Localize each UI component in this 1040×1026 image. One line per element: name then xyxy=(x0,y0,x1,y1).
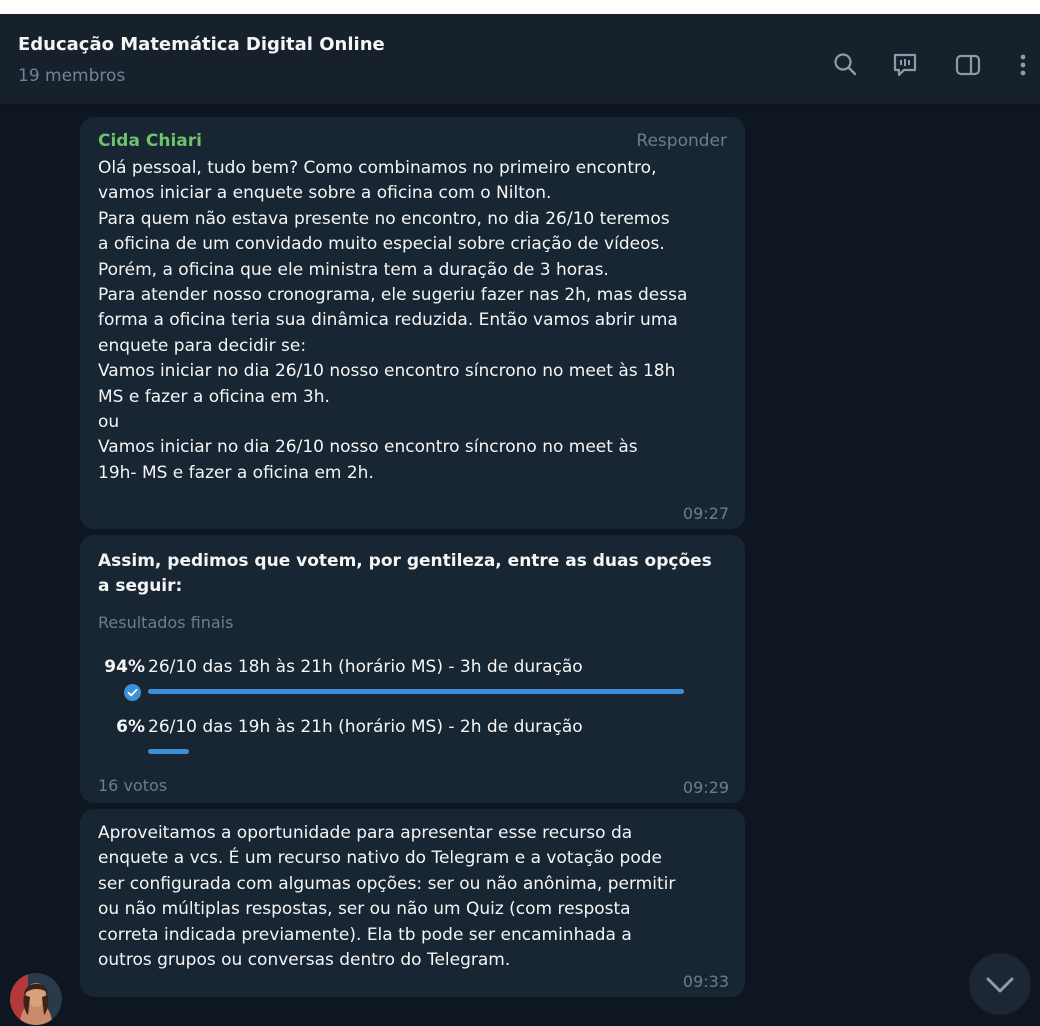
message-time: 09:27 xyxy=(682,504,729,523)
poll-option-percent: 6% xyxy=(116,717,145,737)
avatar[interactable] xyxy=(10,973,62,1025)
poll-bubble[interactable]: Assim, pedimos que votem, por gentileza,… xyxy=(80,535,745,803)
poll-option-bar xyxy=(148,689,684,694)
video-chat-icon[interactable] xyxy=(890,50,920,80)
chosen-check-icon xyxy=(122,682,143,703)
more-vertical-icon[interactable] xyxy=(1008,50,1038,80)
poll-status: Resultados finais xyxy=(98,613,234,632)
message-text: Aproveitamos a oportunidade para apresen… xyxy=(98,823,676,971)
poll-option-label: 26/10 das 19h às 21h (horário MS) - 2h d… xyxy=(148,717,583,737)
message-time: 09:33 xyxy=(682,972,729,991)
poll-option-percent: 94% xyxy=(104,657,145,677)
chevron-down-icon xyxy=(986,977,1014,993)
sender-name[interactable]: Cida Chiari xyxy=(98,131,202,151)
window-top-strip xyxy=(0,0,1040,14)
member-count: 19 membros xyxy=(18,66,126,86)
poll-option[interactable]: 94% 26/10 das 18h às 21h (horário MS) - … xyxy=(80,652,745,703)
message-list[interactable]: Cida Chiari Responder Olá pessoal, tudo … xyxy=(0,105,1040,1026)
poll-option-bar xyxy=(148,749,189,754)
scroll-to-bottom-button[interactable] xyxy=(969,953,1031,1015)
message-time: 09:29 xyxy=(682,778,729,797)
poll-option[interactable]: 6% 26/10 das 19h às 21h (horário MS) - 2… xyxy=(80,712,745,762)
search-icon[interactable] xyxy=(830,50,860,80)
reply-button[interactable]: Responder xyxy=(636,131,727,151)
message-bubble[interactable]: Cida Chiari Responder Olá pessoal, tudo … xyxy=(80,117,745,529)
poll-option-label: 26/10 das 18h às 21h (horário MS) - 3h d… xyxy=(148,657,583,677)
message-text: Olá pessoal, tudo bem? Como combinamos n… xyxy=(98,158,688,483)
sidebar-toggle-icon[interactable] xyxy=(953,50,983,80)
poll-question: Assim, pedimos que votem, por gentileza,… xyxy=(98,551,712,596)
message-bubble[interactable]: Aproveitamos a oportunidade para apresen… xyxy=(80,809,745,997)
chat-header: Educação Matemática Digital Online 19 me… xyxy=(0,14,1040,105)
poll-votes-count: 16 votos xyxy=(98,776,168,795)
chat-title[interactable]: Educação Matemática Digital Online xyxy=(18,34,385,55)
